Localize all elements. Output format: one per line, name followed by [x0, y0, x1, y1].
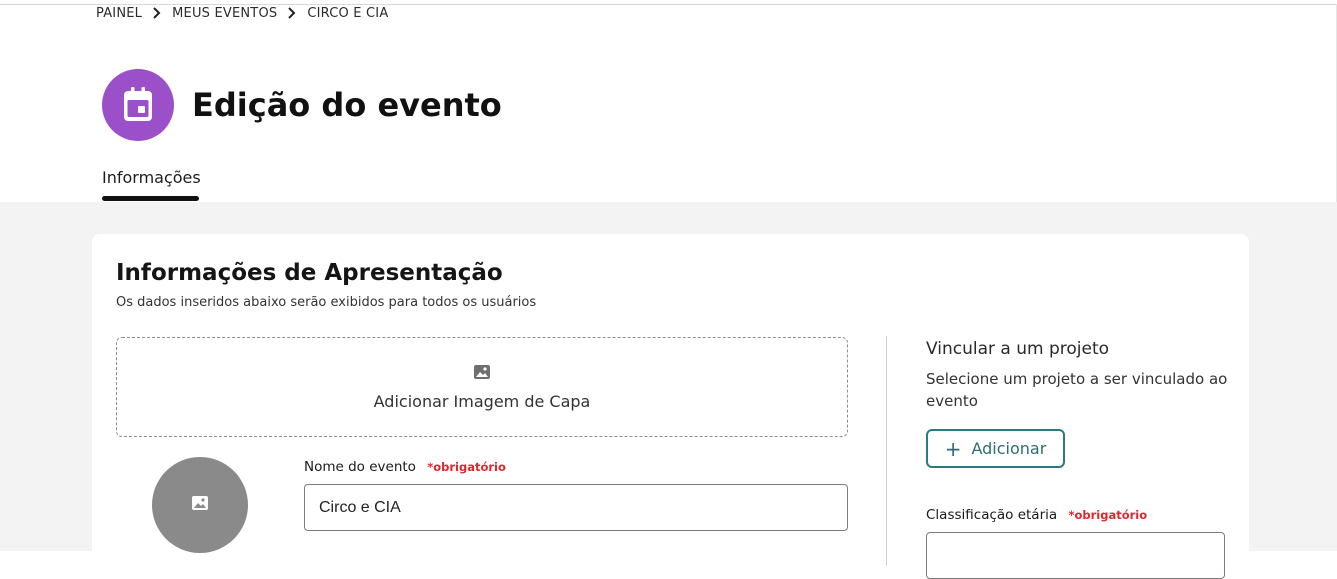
- age-rating-input[interactable]: [926, 532, 1225, 579]
- active-tab-indicator: [102, 196, 199, 201]
- event-avatar-upload[interactable]: [152, 457, 248, 553]
- breadcrumb-item-current-event[interactable]: CIRCO E CIA: [307, 6, 388, 21]
- image-icon: [473, 364, 491, 384]
- card-subtitle: Os dados inseridos abaixo serão exibidos…: [116, 295, 537, 310]
- image-icon: [191, 495, 209, 515]
- add-project-label: Adicionar: [971, 439, 1047, 458]
- age-rating-label: Classificação etária *obrigatório: [926, 507, 1147, 523]
- tab-informacoes[interactable]: Informações: [102, 168, 201, 187]
- calendar-icon: [102, 69, 174, 141]
- chevron-right-icon: [283, 4, 301, 22]
- breadcrumb-item-painel[interactable]: PAINEL: [96, 6, 142, 21]
- page-title: Edição do evento: [192, 86, 502, 124]
- chevron-right-icon: [148, 4, 166, 22]
- required-marker: *obrigatório: [1068, 508, 1148, 522]
- add-project-button[interactable]: + Adicionar: [926, 429, 1065, 468]
- breadcrumb-item-meus-eventos[interactable]: MEUS EVENTOS: [172, 6, 277, 21]
- link-project-description: Selecione um projeto a ser vinculado ao …: [926, 370, 1228, 410]
- event-name-input[interactable]: [304, 484, 848, 531]
- card-title: Informações de Apresentação: [116, 260, 503, 286]
- presentation-info-card: Informações de Apresentação Os dados ins…: [92, 234, 1249, 579]
- event-name-label-text: Nome do evento: [304, 459, 416, 475]
- required-marker: *obrigatório: [427, 460, 506, 474]
- plus-icon: +: [944, 436, 962, 461]
- age-rating-label-text: Classificação etária: [926, 507, 1058, 523]
- link-project-title: Vincular a um projeto: [926, 339, 1110, 359]
- cover-image-label: Adicionar Imagem de Capa: [373, 391, 591, 411]
- cover-image-upload[interactable]: Adicionar Imagem de Capa: [116, 337, 848, 437]
- breadcrumb: PAINEL MEUS EVENTOS CIRCO E CIA: [96, 4, 388, 22]
- event-name-label: Nome do evento *obrigatório: [304, 459, 506, 475]
- column-divider: [886, 336, 887, 566]
